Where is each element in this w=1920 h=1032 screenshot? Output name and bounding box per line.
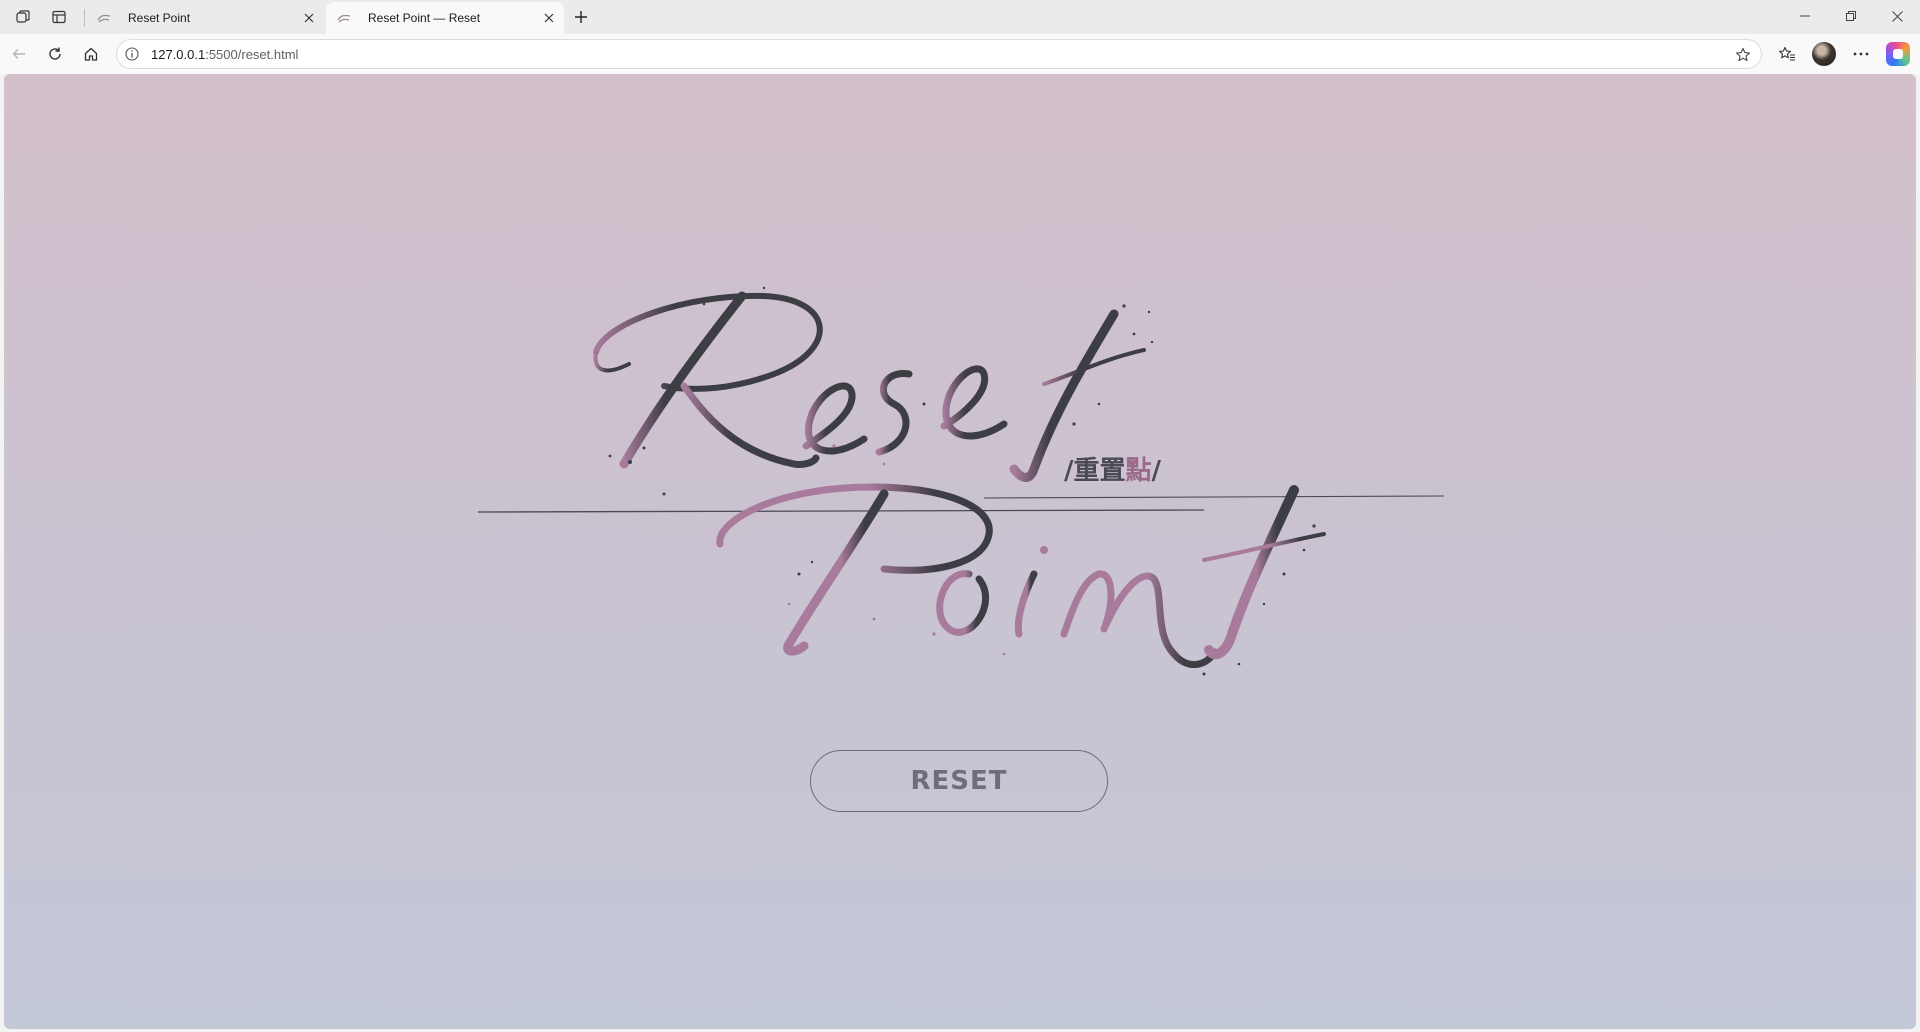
reset-button[interactable]: RESET	[810, 750, 1108, 812]
tab-title: Reset Point	[128, 11, 191, 25]
tab-reset-point[interactable]: Reset Point	[86, 2, 324, 34]
tab-reset-point-reset[interactable]: Reset Point — Reset	[326, 2, 564, 34]
subtitle-suffix: /	[1151, 456, 1162, 486]
address-bar[interactable]: 127.0.0.1:5500/reset.html	[116, 39, 1762, 69]
page-favicon-icon	[336, 10, 352, 26]
tab-title: Reset Point — Reset	[368, 11, 481, 25]
logo-word-reset	[593, 291, 1146, 482]
url-text[interactable]: 127.0.0.1:5500/reset.html	[151, 47, 298, 62]
url-host: 127.0.0.1	[151, 47, 206, 62]
copilot-icon[interactable]	[1886, 42, 1910, 66]
logo-divider-line	[477, 509, 1205, 513]
close-window-icon[interactable]	[1874, 0, 1920, 32]
vertical-tabs-icon[interactable]	[47, 6, 71, 28]
favorites-icon[interactable]	[1772, 40, 1802, 68]
restore-window-icon[interactable]	[1828, 0, 1874, 32]
close-tab-icon[interactable]	[538, 7, 560, 29]
reset-point-logo	[477, 286, 1445, 676]
page-favicon-icon	[96, 10, 112, 26]
favorite-star-icon[interactable]	[1733, 45, 1753, 65]
logo-divider-line	[983, 495, 1445, 499]
site-info-icon[interactable]	[124, 46, 140, 62]
logo-subtitle-chinese: /重置點/	[1064, 450, 1161, 487]
minimize-window-icon[interactable]	[1782, 0, 1828, 32]
refresh-icon[interactable]	[40, 40, 70, 68]
subtitle-accent: 點	[1125, 456, 1152, 486]
subtitle-prefix: /重置	[1064, 456, 1126, 486]
url-path: :5500/reset.html	[205, 47, 299, 62]
home-icon[interactable]	[76, 40, 106, 68]
tab-separator	[84, 9, 85, 27]
back-icon[interactable]	[4, 40, 34, 68]
tab-strip: Reset Point Reset Point — Reset	[0, 0, 1920, 34]
workspaces-icon[interactable]	[11, 6, 35, 28]
ink-splatter	[608, 286, 1316, 676]
new-tab-button[interactable]	[568, 5, 594, 29]
page-viewport: /重置點/ RESET	[4, 74, 1916, 1029]
close-tab-icon[interactable]	[298, 7, 320, 29]
more-options-icon[interactable]	[1846, 40, 1876, 68]
browser-toolbar: 127.0.0.1:5500/reset.html	[0, 34, 1920, 74]
logo-word-point	[716, 483, 1326, 668]
profile-avatar[interactable]	[1812, 42, 1836, 66]
